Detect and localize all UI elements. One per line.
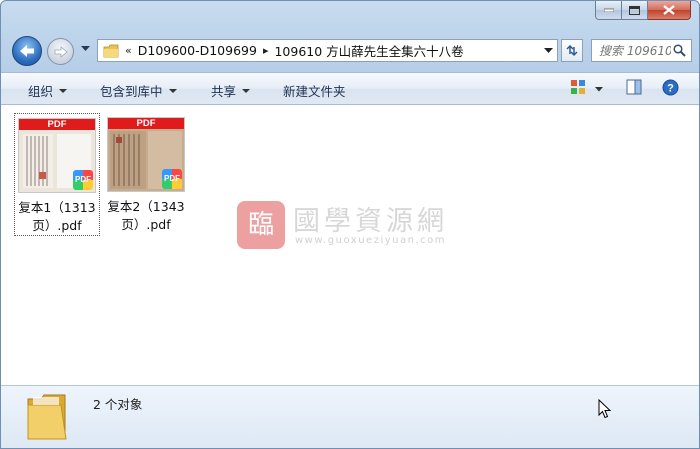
- chevron-down-icon[interactable]: [544, 48, 553, 54]
- recent-pages-dropdown[interactable]: [81, 46, 90, 52]
- search-input[interactable]: [597, 42, 673, 59]
- view-options-icon[interactable]: [570, 79, 586, 95]
- caption-buttons: [595, 1, 691, 21]
- organize-label: 组织: [28, 84, 54, 99]
- help-icon[interactable]: ?: [662, 79, 679, 96]
- search-box[interactable]: [591, 39, 692, 62]
- maximize-icon: [629, 5, 640, 15]
- share-menu[interactable]: 共享: [211, 81, 251, 100]
- explorer-window: « D109600-D109699 ▸ 109610 方山薛先生全集六十八卷 组…: [0, 0, 700, 449]
- share-label: 共享: [211, 84, 237, 99]
- pdf-thumbnail: PDF PDF: [107, 117, 185, 192]
- include-library-label: 包含到库中: [100, 84, 163, 99]
- watermark-title: 國學資源網: [293, 206, 448, 237]
- watermark-url: www.guoxueziyuan.com: [295, 235, 446, 246]
- file-item[interactable]: PDF PDF 复本1（1313页）.pdf: [14, 113, 100, 236]
- watermark-seal: 臨: [237, 201, 285, 249]
- minimize-button[interactable]: [595, 1, 622, 20]
- folder-icon: [103, 44, 119, 57]
- view-dropdown-icon[interactable]: [595, 87, 603, 92]
- mouse-cursor-icon: [598, 399, 612, 419]
- address-bar[interactable]: « D109600-D109699 ▸ 109610 方山薛先生全集六十八卷: [97, 39, 558, 62]
- status-text: 2 个对象: [93, 397, 143, 412]
- pdf-badge-icon: PDF: [162, 169, 182, 189]
- back-button[interactable]: [12, 36, 42, 66]
- refresh-button[interactable]: [561, 39, 583, 62]
- minimize-icon: [603, 8, 614, 12]
- arrow-right-icon: [54, 45, 68, 58]
- file-name[interactable]: 复本2（1343页）.pdf: [103, 198, 189, 234]
- caret-down-icon: [242, 88, 251, 93]
- organize-menu[interactable]: 组织: [28, 81, 68, 100]
- close-icon: [663, 5, 675, 15]
- navigation-bar: « D109600-D109699 ▸ 109610 方山薛先生全集六十八卷: [1, 31, 699, 71]
- new-folder-label: 新建文件夹: [283, 84, 346, 99]
- new-folder-button[interactable]: 新建文件夹: [283, 81, 346, 100]
- forward-button[interactable]: [47, 38, 74, 65]
- svg-text:?: ?: [667, 83, 674, 95]
- file-name[interactable]: 复本1（1313页）.pdf: [15, 199, 99, 235]
- breadcrumb-segment[interactable]: D109600-D109699: [138, 43, 257, 58]
- pdf-thumbnail: PDF PDF: [18, 118, 96, 193]
- arrow-left-icon: [20, 45, 34, 57]
- pdf-badge-icon: PDF: [73, 170, 93, 190]
- file-item[interactable]: PDF PDF 复本2（1343页）.pdf: [103, 113, 189, 234]
- close-button[interactable]: [648, 1, 691, 20]
- preview-pane-icon[interactable]: [626, 79, 642, 95]
- pdf-banner: PDF: [108, 118, 184, 129]
- details-pane: 2 个对象: [1, 385, 699, 448]
- pdf-banner: PDF: [19, 119, 95, 130]
- caret-down-icon: [168, 88, 177, 93]
- breadcrumb-overflow[interactable]: «: [125, 44, 132, 57]
- refresh-icon: [566, 44, 578, 57]
- chevron-right-icon[interactable]: ▸: [263, 44, 269, 57]
- include-library-menu[interactable]: 包含到库中: [100, 81, 177, 100]
- caret-down-icon: [59, 88, 68, 93]
- breadcrumb-segment[interactable]: 109610 方山薛先生全集六十八卷: [274, 41, 463, 60]
- command-bar: 组织 包含到库中 共享 新建文件夹 ?: [1, 72, 699, 105]
- search-icon[interactable]: [673, 44, 686, 57]
- folder-icon: [27, 394, 67, 440]
- maximize-button[interactable]: [622, 1, 648, 20]
- watermark: 臨 國學資源網 www.guoxueziyuan.com: [237, 201, 477, 253]
